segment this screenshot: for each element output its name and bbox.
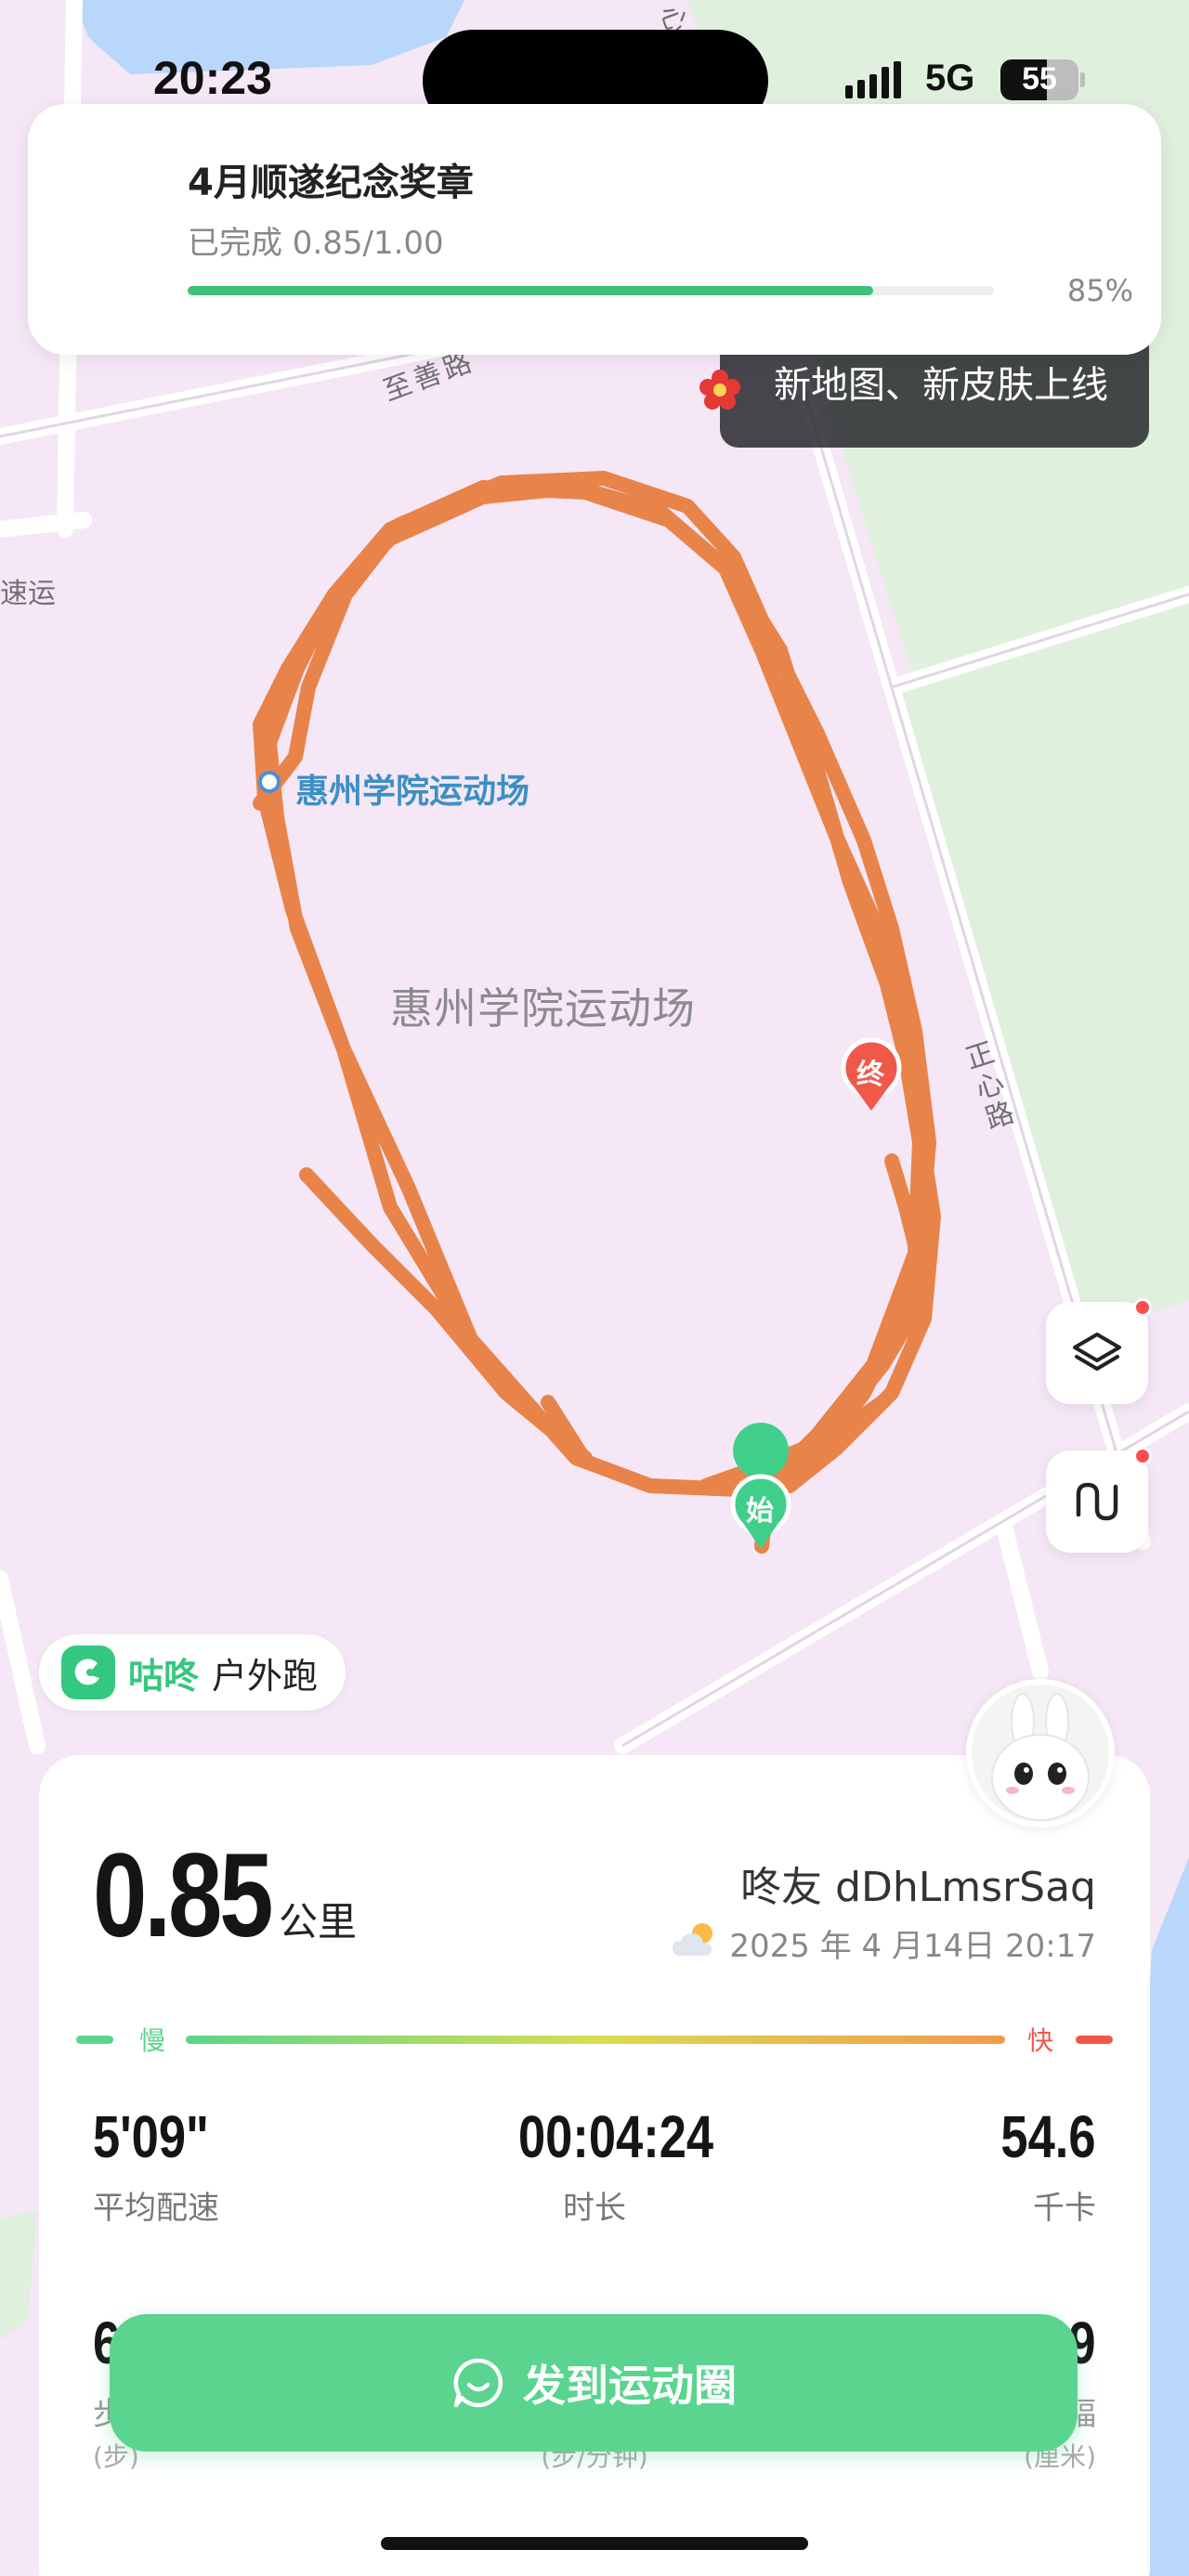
status-time: 20:23	[153, 52, 272, 104]
flower-icon	[699, 370, 740, 410]
brand-name: 咕咚	[128, 1655, 200, 1697]
network-type: 5G	[925, 58, 975, 98]
user-avatar[interactable]	[966, 1679, 1115, 1828]
brand-tag: 咕咚 户外跑	[39, 1634, 346, 1711]
start-marker-label: 始	[746, 1495, 774, 1528]
battery-level: 55	[1022, 61, 1057, 97]
banner-text: 新地图、新皮肤上线	[774, 364, 1108, 407]
calories-value: 54.6	[1000, 2103, 1096, 2170]
layers-button[interactable]	[1046, 1298, 1152, 1404]
battery-icon: 55	[1000, 59, 1078, 100]
fast-swatch	[1076, 2036, 1113, 2044]
layers-icon	[1073, 1333, 1121, 1371]
chat-smile-icon	[453, 2358, 503, 2408]
signal-icon	[845, 61, 901, 98]
status-bar: 20:23 5G 55	[0, 0, 1189, 132]
activity-datetime: 2025 年 4 月14日 20:17	[729, 1928, 1096, 1965]
duration-label: 时长	[563, 2190, 626, 2227]
codoon-logo-icon	[61, 1646, 115, 1699]
medal-progress-bar	[188, 286, 994, 295]
slow-label: 慢	[139, 2025, 166, 2056]
medal-progress-card[interactable]: 4月顺遂纪念奖章 已完成 0.85/1.00 85%	[28, 104, 1161, 355]
calories-label: 千卡	[1033, 2190, 1096, 2227]
poi-label-large: 惠州学院运动场	[390, 983, 696, 1034]
road-label-suyun: 速运	[0, 578, 56, 610]
battery-tip	[1080, 72, 1085, 87]
partly-cloudy-icon	[673, 1923, 712, 1956]
share-to-circle-button[interactable]: 发到运动圈	[110, 2314, 1078, 2452]
route-wave-icon	[1076, 1482, 1118, 1521]
medal-title: 4月顺遂纪念奖章	[188, 162, 474, 204]
username: 咚友 dDhLmsrSaq	[740, 1864, 1096, 1911]
pace-legend: 慢 快	[76, 2021, 1113, 2058]
end-marker-label: 终	[856, 1059, 884, 1091]
fast-label: 快	[1027, 2025, 1054, 2056]
poi-marker-icon	[258, 771, 281, 793]
home-indicator[interactable]	[381, 2537, 808, 2550]
duration-value: 00:04:24	[518, 2103, 714, 2170]
pace-gradient-bar	[186, 2036, 1005, 2044]
medal-percent: 85%	[1066, 273, 1133, 308]
layers-badge-dot	[1133, 1298, 1152, 1317]
avg-pace-label: 平均配速	[93, 2190, 219, 2227]
distance-value: 0.85	[93, 1829, 273, 1962]
route-badge-dot	[1133, 1447, 1152, 1465]
medal-progress-fill	[188, 286, 873, 295]
medal-progress-text: 已完成 0.85/1.00	[188, 225, 444, 262]
avg-pace-value: 5'09"	[93, 2103, 209, 2170]
route-button[interactable]	[1046, 1447, 1152, 1553]
share-button-label: 发到运动圈	[523, 2361, 737, 2411]
poi-label-small: 惠州学院运动场	[295, 773, 530, 811]
activity-type: 户外跑	[212, 1655, 319, 1697]
slow-swatch	[76, 2036, 113, 2044]
new-map-banner[interactable]: 新地图、新皮肤上线	[720, 345, 1149, 448]
distance-unit: 公里	[279, 1899, 358, 1945]
